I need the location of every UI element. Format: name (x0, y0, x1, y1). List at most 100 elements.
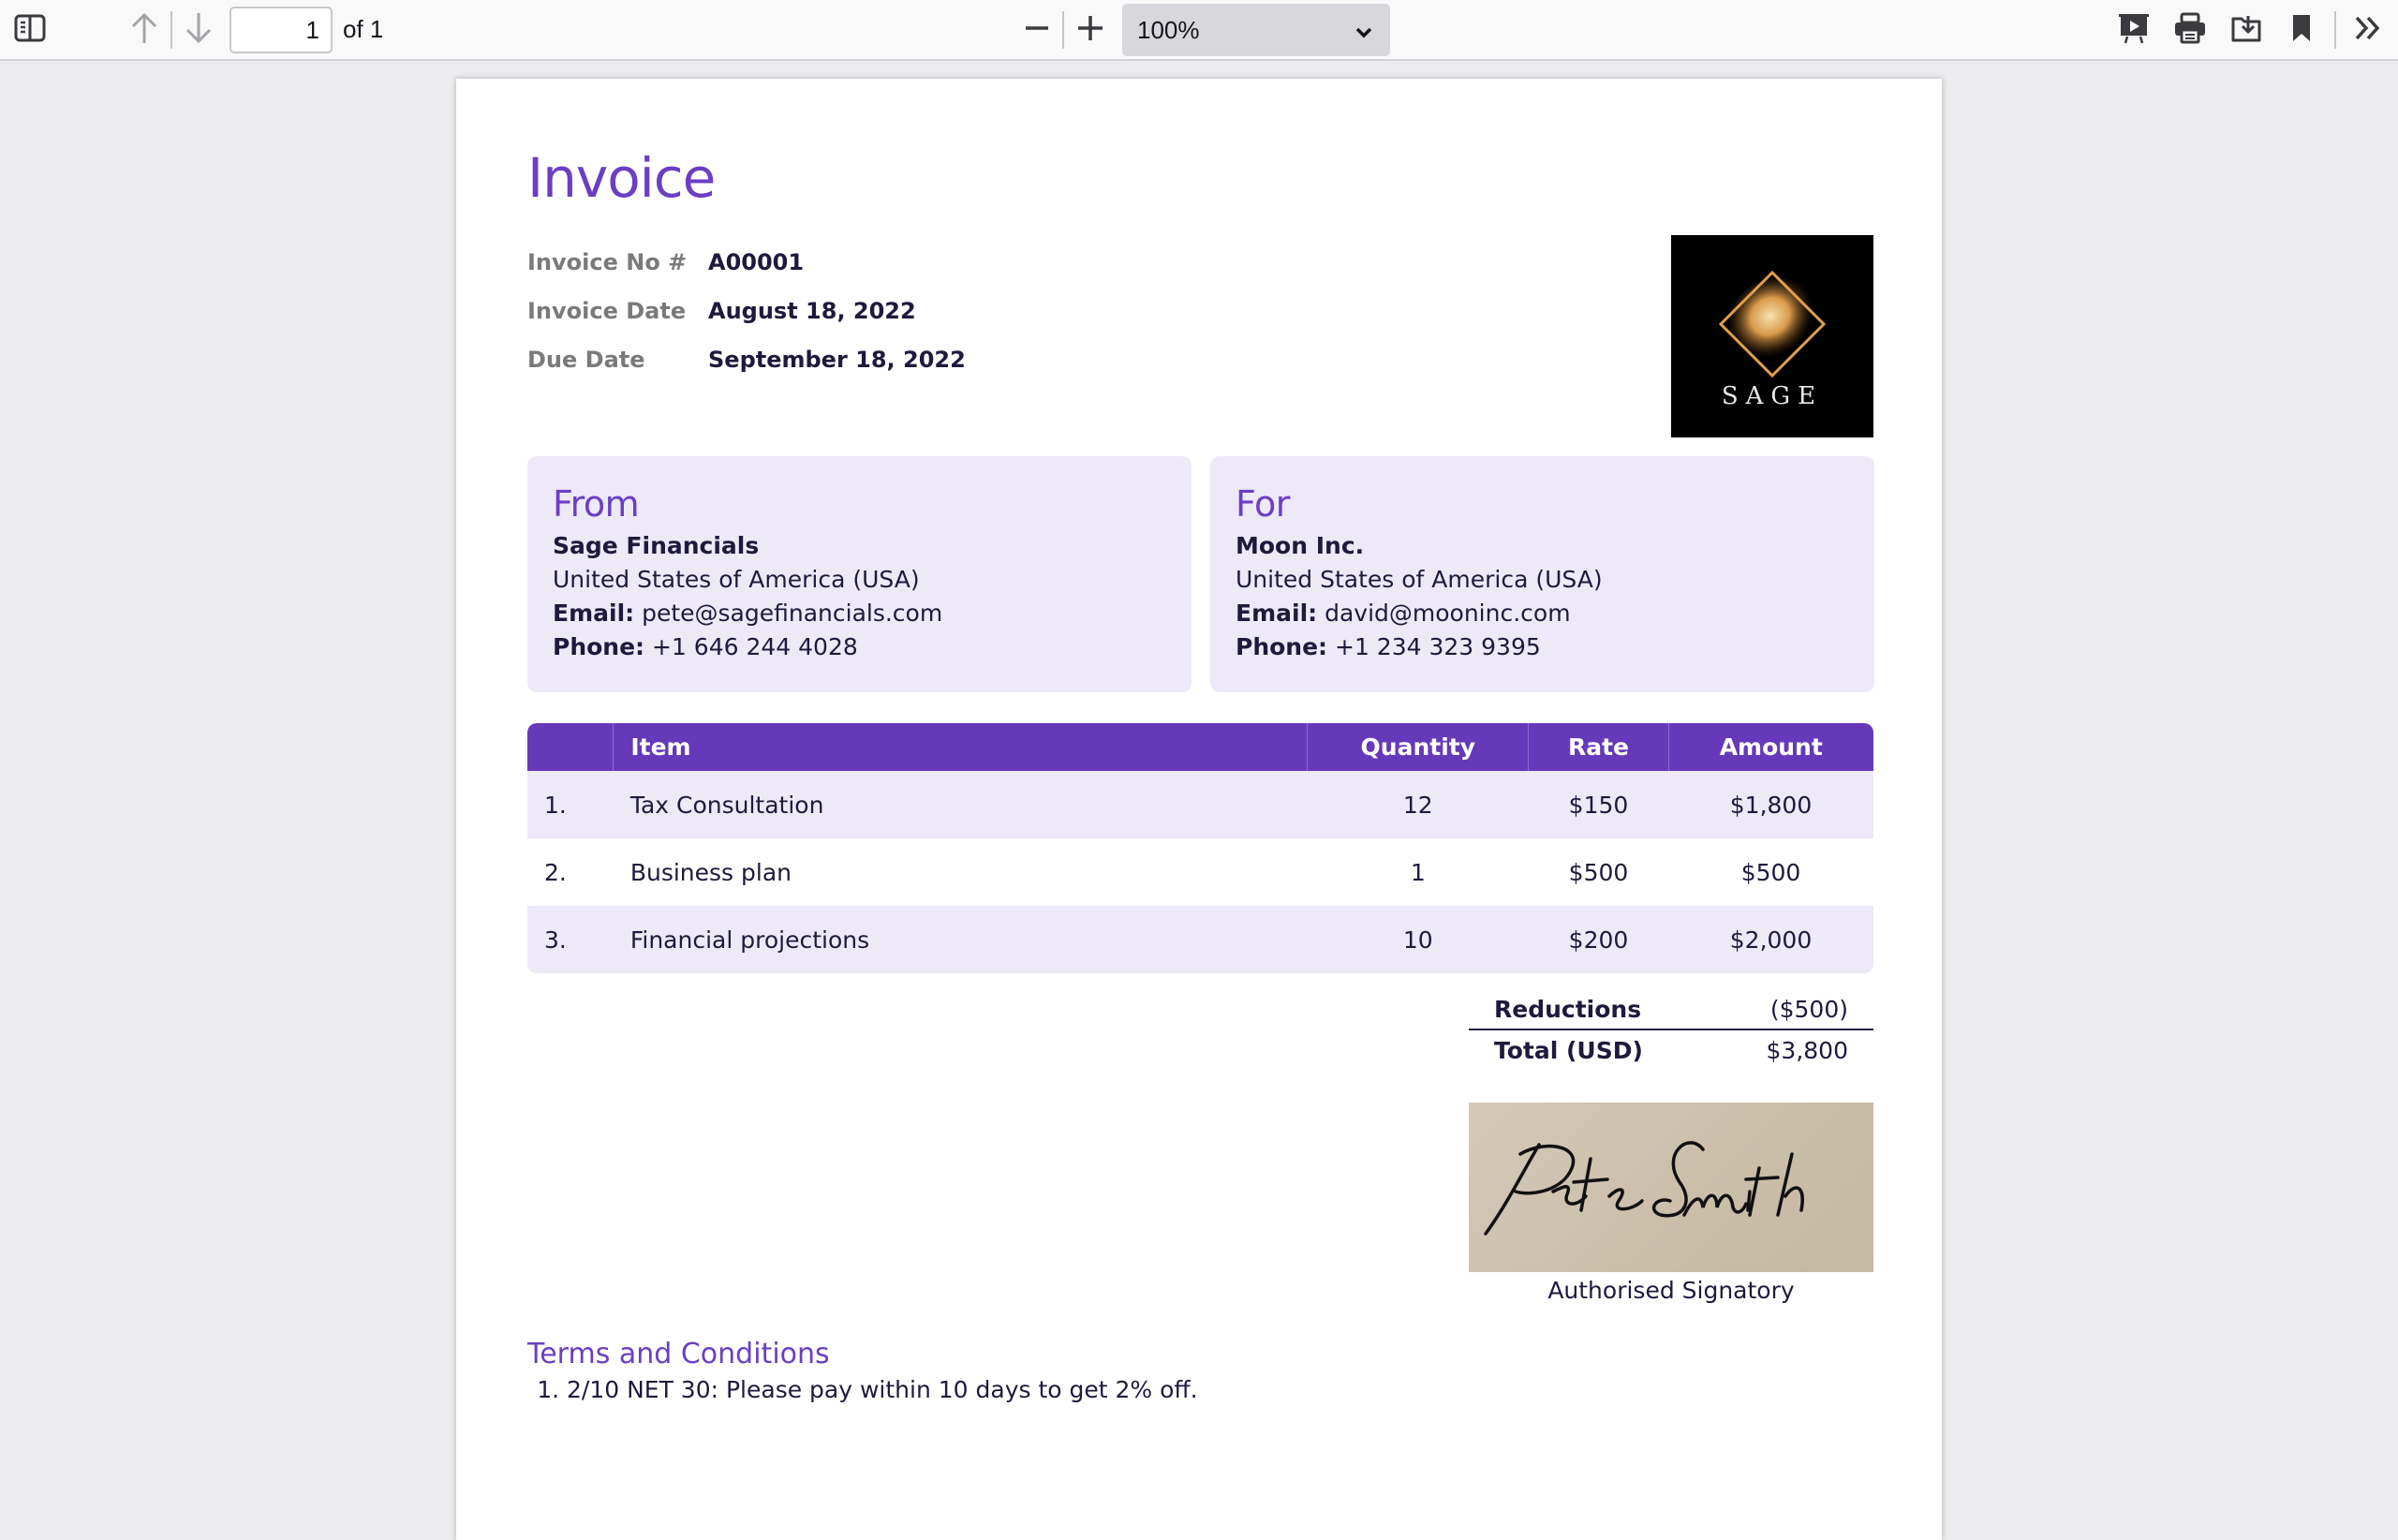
due-date-label: Due Date (527, 347, 645, 373)
company-logo: SAGE (1671, 235, 1873, 437)
zoom-in-button[interactable] (1073, 0, 1107, 59)
due-date-row: Due Date September 18, 2022 (527, 335, 966, 384)
total-value: $3,800 (1766, 1036, 1848, 1064)
invoice-number-label: Invoice No # (527, 249, 688, 275)
page-count-label: of 1 (343, 15, 384, 43)
column-header-number (527, 723, 614, 771)
zoom-out-button[interactable] (1021, 0, 1053, 59)
invoice-date-value: August 18, 2022 (708, 298, 916, 324)
reductions-label: Reductions (1494, 995, 1642, 1023)
row-item: Tax Consultation (629, 791, 824, 819)
from-email-value: pete@sagefinancials.com (642, 600, 943, 627)
total-row: Total (USD) $3,800 (1469, 1030, 1873, 1070)
for-email-label: Email: (1236, 600, 1318, 627)
line-items-table: Item Quantity Rate Amount 1. Tax Consult… (527, 723, 1873, 973)
arrow-down-icon (185, 11, 213, 49)
plus-icon (1076, 14, 1104, 46)
presentation-mode-button[interactable] (2115, 0, 2153, 59)
from-phone-value: +1 646 244 4028 (652, 633, 858, 660)
bookmark-icon (2291, 13, 2312, 47)
for-email-value: david@mooninc.com (1325, 600, 1571, 627)
row-quantity: 10 (1402, 925, 1433, 954)
row-quantity: 1 (1410, 858, 1426, 886)
row-number: 2. (544, 858, 567, 886)
for-phone-value: +1 234 323 9395 (1335, 633, 1541, 660)
from-company-name: Sage Financials (553, 532, 760, 559)
invoice-number-value: A00001 (708, 249, 805, 275)
totals-block: Reductions ($500) Total (USD) $3,800 (1469, 989, 1873, 1070)
from-box: From Sage Financials United States of Am… (527, 456, 1192, 692)
from-email: Email: pete@sagefinancials.com (553, 597, 1192, 630)
column-header-amount: Amount (1667, 723, 1873, 771)
row-rate: $200 (1568, 925, 1629, 954)
double-chevron-right-icon (2354, 15, 2382, 45)
from-email-label: Email: (553, 600, 635, 627)
save-download-icon (2230, 13, 2262, 47)
due-date-value: September 18, 2022 (708, 347, 966, 373)
from-heading: From (553, 483, 640, 525)
for-heading: For (1236, 483, 1290, 525)
invoice-date-label: Invoice Date (527, 298, 687, 324)
toolbar-separator (1062, 11, 1064, 49)
reductions-row: Reductions ($500) (1469, 989, 1873, 1030)
row-quantity: 12 (1402, 791, 1433, 819)
print-icon (2174, 12, 2206, 48)
signature-caption: Authorised Signatory (1547, 1277, 1795, 1304)
for-email: Email: david@mooninc.com (1236, 597, 1874, 630)
minus-icon (1024, 15, 1050, 45)
next-page-button[interactable] (180, 0, 217, 59)
terms-item: 2/10 NET 30: Please pay within 10 days t… (567, 1373, 1198, 1407)
print-button[interactable] (2171, 0, 2209, 59)
row-amount: $500 (1740, 858, 1801, 886)
terms-heading: Terms and Conditions (527, 1338, 830, 1370)
for-company-name: Moon Inc. (1236, 532, 1365, 559)
pdf-toolbar: of 1 100% (0, 0, 2398, 61)
zoom-level-value: 100% (1137, 15, 1200, 44)
previous-page-button[interactable] (126, 0, 163, 59)
from-country: United States of America (USA) (553, 566, 920, 593)
chevron-down-icon (1354, 20, 1373, 49)
presentation-mode-icon (2118, 12, 2150, 48)
arrow-up-icon (130, 11, 158, 49)
toolbar-separator (170, 11, 172, 49)
bookmark-button[interactable] (2283, 0, 2320, 59)
logo-text: SAGE (1722, 382, 1823, 410)
row-rate: $150 (1568, 791, 1629, 819)
from-phone-label: Phone: (553, 633, 645, 660)
column-header-rate: Rate (1528, 723, 1669, 771)
invoice-meta: Invoice No # A00001 Invoice Date August … (527, 238, 966, 384)
table-header-row: Item Quantity Rate Amount (527, 723, 1873, 771)
for-phone-label: Phone: (1236, 633, 1328, 660)
row-number: 3. (544, 925, 567, 954)
zoom-level-select[interactable]: 100% (1122, 4, 1390, 56)
invoice-title: Invoice (527, 146, 716, 210)
invoice-number-row: Invoice No # A00001 (527, 238, 966, 287)
row-item: Financial projections (629, 925, 870, 954)
for-phone: Phone: +1 234 323 9395 (1236, 630, 1874, 664)
row-item: Business plan (629, 858, 792, 886)
table-row: 3. Financial projections 10 $200 $2,000 (527, 906, 1873, 973)
pdf-page: Invoice Invoice No # A00001 Invoice Date… (456, 79, 1942, 1540)
reductions-value: ($500) (1769, 995, 1848, 1023)
invoice-date-row: Invoice Date August 18, 2022 (527, 287, 966, 335)
column-header-quantity: Quantity (1307, 723, 1529, 771)
row-rate: $500 (1568, 858, 1629, 886)
signature-image (1469, 1103, 1873, 1272)
sidebar-toggle-button[interactable] (9, 0, 51, 59)
row-amount: $2,000 (1729, 925, 1813, 954)
toolbar-separator (2334, 11, 2336, 49)
for-box: For Moon Inc. United States of America (… (1210, 456, 1874, 692)
terms-list: 2/10 NET 30: Please pay within 10 days t… (527, 1373, 1198, 1407)
row-amount: $1,800 (1729, 791, 1813, 819)
for-country: United States of America (USA) (1236, 566, 1603, 593)
row-number: 1. (544, 791, 567, 819)
column-header-item: Item (613, 723, 1308, 771)
table-row: 1. Tax Consultation 12 $150 $1,800 (527, 771, 1873, 838)
total-label: Total (USD) (1494, 1036, 1643, 1064)
table-row: 2. Business plan 1 $500 $500 (527, 838, 1873, 906)
sidebar-toggle-icon (14, 14, 46, 46)
page-number-input[interactable] (229, 7, 333, 53)
save-button[interactable] (2228, 0, 2265, 59)
more-tools-button[interactable] (2349, 0, 2387, 59)
from-phone: Phone: +1 646 244 4028 (553, 630, 1192, 664)
